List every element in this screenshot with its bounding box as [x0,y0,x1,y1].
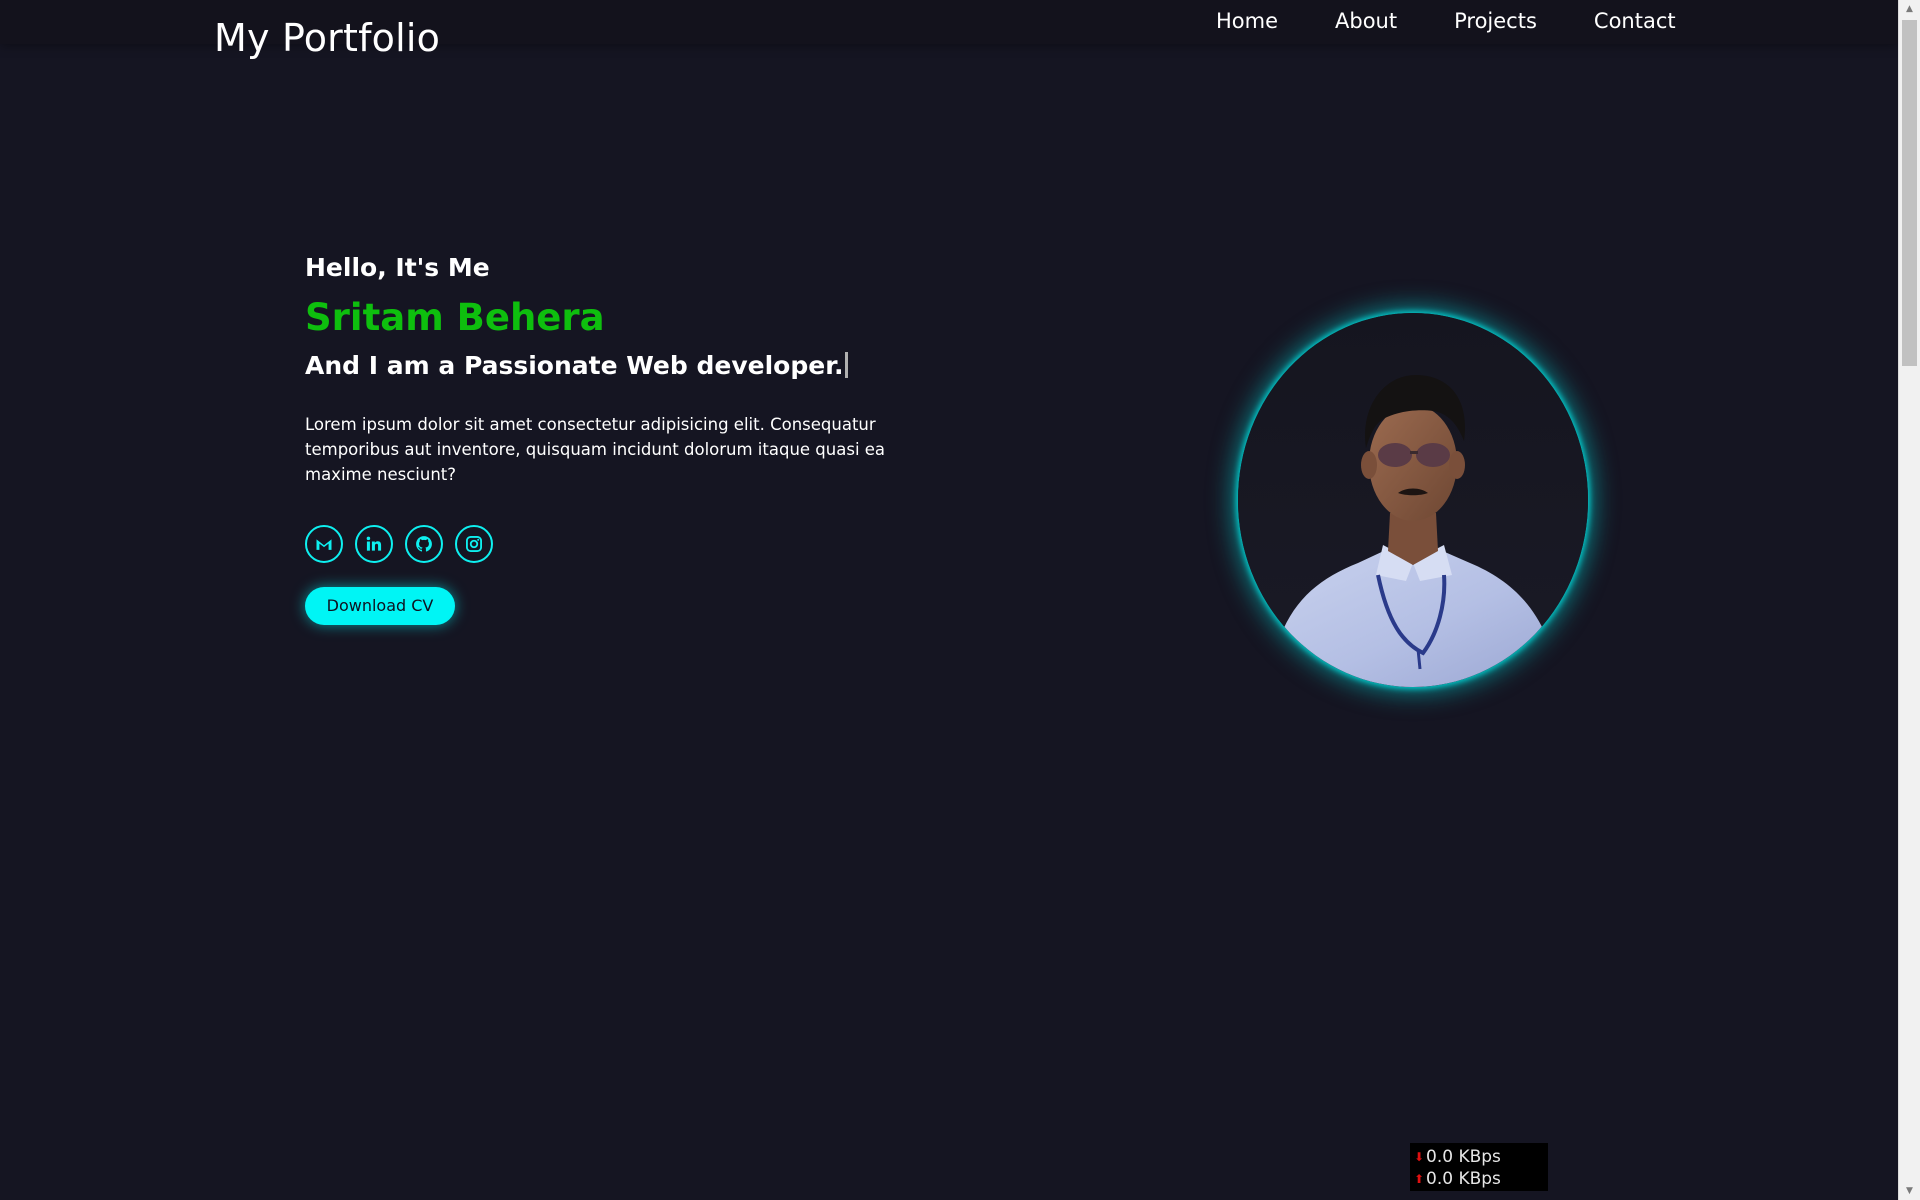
nav-projects[interactable]: Projects [1454,8,1537,34]
gmail-icon [316,539,332,550]
portfolio-page: My Portfolio Home About Projects Contact… [0,0,1920,1200]
role-line: And I am a Passionate Web developer. [305,350,925,382]
main-nav: Home About Projects Contact [1216,8,1676,34]
upload-arrow-icon: ⬆ [1414,1172,1425,1186]
scroll-down-arrow-icon[interactable]: ▼ [1899,1182,1920,1200]
nav-contact[interactable]: Contact [1594,8,1676,34]
instagram-icon [466,536,482,552]
nav-home[interactable]: Home [1216,8,1278,34]
site-header: My Portfolio Home About Projects Contact [0,0,1898,60]
page-scrollbar[interactable]: ▲ ▼ [1898,0,1920,1200]
github-link[interactable] [405,525,443,563]
instagram-link[interactable] [455,525,493,563]
role-text: And I am a Passionate Web developer. [305,351,844,380]
site-logo[interactable]: My Portfolio [214,16,440,60]
person-name: Sritam Behera [305,296,605,339]
intro-description: Lorem ipsum dolor sit amet consectetur a… [305,415,886,484]
hero-section: Hello, It's Me Sritam Behera And I am a … [305,252,925,625]
github-icon [416,536,432,552]
social-links [305,525,925,563]
linkedin-icon [366,536,382,551]
scroll-thumb[interactable] [1902,20,1917,366]
greeting-text: Hello, It's Me [305,253,490,282]
download-arrow-icon: ⬇ [1414,1150,1425,1164]
profile-illustration [1238,313,1588,687]
download-cv-button[interactable]: Download CV [305,587,455,625]
linkedin-link[interactable] [355,525,393,563]
typing-cursor [845,352,849,378]
scroll-up-arrow-icon[interactable]: ▲ [1899,0,1920,18]
upload-speed: 0.0 KBps [1426,1169,1501,1189]
download-speed: 0.0 KBps [1426,1147,1501,1167]
nav-about[interactable]: About [1335,8,1397,34]
upload-speed-row: ⬆ 0.0 KBps [1414,1168,1544,1190]
gmail-link[interactable] [305,525,343,563]
profile-photo [1238,313,1588,687]
network-speed-widget: ⬇ 0.0 KBps ⬆ 0.0 KBps [1410,1143,1548,1191]
download-speed-row: ⬇ 0.0 KBps [1414,1146,1544,1168]
